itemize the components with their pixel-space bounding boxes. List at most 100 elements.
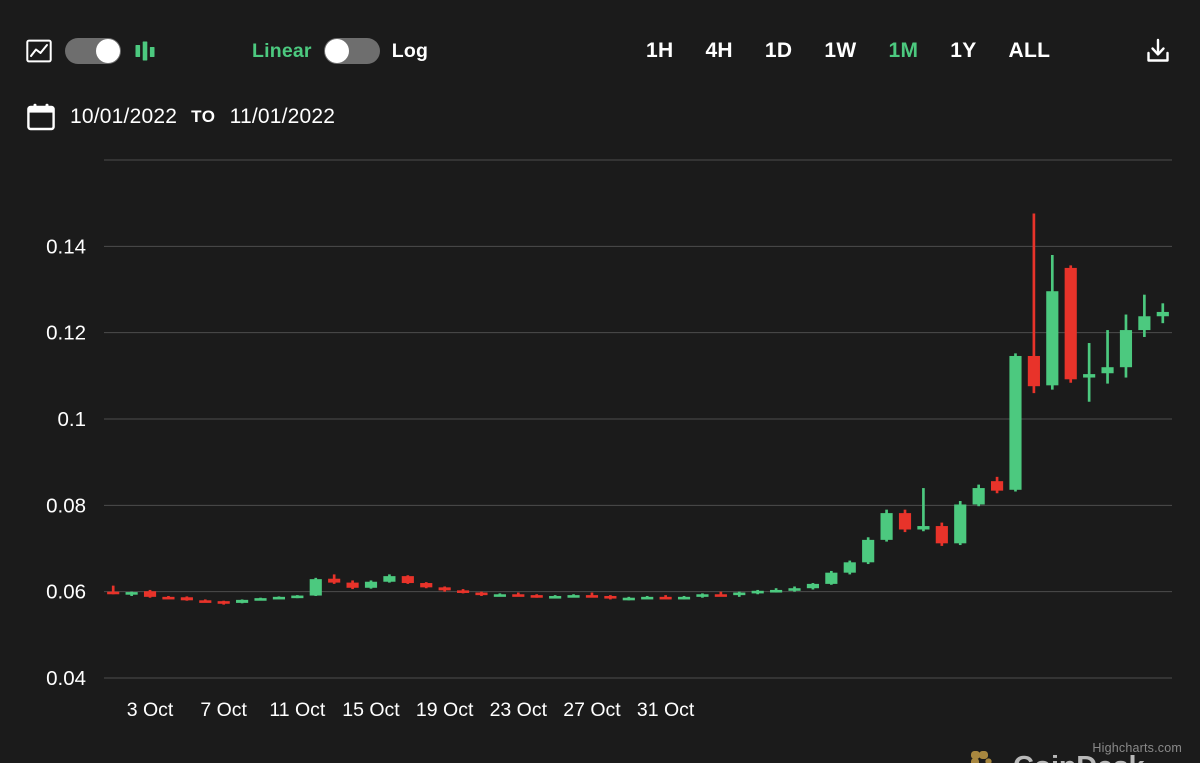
- coindesk-logo-icon: [968, 748, 1002, 763]
- candlestick[interactable]: [512, 593, 524, 597]
- candlestick[interactable]: [291, 595, 303, 598]
- y-axis-tick-label: 0.06: [46, 581, 86, 604]
- toggle-knob: [325, 39, 349, 63]
- candlestick[interactable]: [402, 575, 414, 584]
- candlestick[interactable]: [1120, 315, 1132, 378]
- candlestick[interactable]: [1101, 330, 1113, 384]
- timeframe-1y[interactable]: 1Y: [934, 38, 992, 64]
- x-axis-labels: 3 Oct7 Oct11 Oct15 Oct19 Oct23 Oct27 Oct…: [127, 699, 695, 721]
- candlestick[interactable]: [696, 593, 708, 597]
- chart-page: Linear Log 1H 4H 1D 1W 1M 1Y ALL: [0, 0, 1200, 763]
- candlestick[interactable]: [862, 537, 874, 564]
- candlestick[interactable]: [917, 488, 929, 531]
- timeframe-1m[interactable]: 1M: [872, 38, 934, 64]
- candlestick[interactable]: [420, 582, 432, 588]
- y-axis-tick-label: 0.12: [46, 322, 86, 345]
- linear-label[interactable]: Linear: [252, 40, 312, 63]
- toolbar: Linear Log 1H 4H 1D 1W 1M 1Y ALL: [0, 0, 1200, 88]
- date-start[interactable]: 10/01/2022: [70, 105, 177, 129]
- y-axis-tick-label: 0.04: [46, 667, 86, 690]
- chart-canvas[interactable]: 0.040.060.080.10.120.14 3 Oct7 Oct11 Oct…: [0, 150, 1200, 763]
- candlestick[interactable]: [899, 510, 911, 532]
- candlestick[interactable]: [1083, 343, 1095, 402]
- candlestick[interactable]: [733, 592, 745, 597]
- x-axis-tick-label: 3 Oct: [127, 699, 174, 721]
- candlestick[interactable]: [1009, 353, 1021, 491]
- candlestick[interactable]: [973, 485, 985, 507]
- candlestick[interactable]: [567, 594, 579, 597]
- candlestick[interactable]: [126, 592, 138, 596]
- candlestick[interactable]: [954, 501, 966, 545]
- line-chart-icon[interactable]: [26, 38, 52, 64]
- x-axis-tick-label: 23 Oct: [490, 699, 548, 721]
- x-axis-tick-label: 27 Oct: [563, 699, 621, 721]
- candlestick[interactable]: [310, 578, 322, 596]
- candle-series[interactable]: [107, 214, 1169, 605]
- date-end[interactable]: 11/01/2022: [230, 105, 336, 129]
- candlestick[interactable]: [1138, 295, 1150, 337]
- candlestick[interactable]: [788, 586, 800, 591]
- x-axis-tick-label: 11 Oct: [269, 699, 326, 721]
- candlestick[interactable]: [678, 596, 690, 599]
- candlestick[interactable]: [1157, 303, 1169, 323]
- candlestick[interactable]: [881, 510, 893, 542]
- candlestick[interactable]: [494, 593, 506, 596]
- candlestick[interactable]: [218, 601, 230, 605]
- candlestick-chart-icon[interactable]: [134, 39, 156, 63]
- download-icon[interactable]: [1143, 36, 1173, 66]
- candlestick[interactable]: [457, 589, 469, 593]
- candlestick[interactable]: [273, 596, 285, 599]
- candlestick[interactable]: [347, 580, 359, 589]
- candlestick[interactable]: [199, 599, 211, 602]
- chart-type-toggle[interactable]: [65, 38, 121, 64]
- candlestick[interactable]: [475, 592, 487, 596]
- candlestick[interactable]: [844, 561, 856, 575]
- y-axis-labels: 0.040.060.080.10.120.14: [46, 235, 86, 690]
- timeframe-4h[interactable]: 4H: [689, 38, 748, 64]
- y-axis-tick-label: 0.1: [58, 408, 87, 431]
- timeframe-1h[interactable]: 1H: [630, 38, 689, 64]
- date-range-picker[interactable]: 10/01/2022 TO 11/01/2022: [26, 102, 335, 132]
- candlestick[interactable]: [807, 583, 819, 589]
- candlestick[interactable]: [825, 571, 837, 585]
- candlestick[interactable]: [181, 596, 193, 600]
- candlestick[interactable]: [254, 598, 266, 601]
- candlestick[interactable]: [770, 588, 782, 592]
- timeframe-1d[interactable]: 1D: [749, 38, 808, 64]
- candlestick[interactable]: [328, 574, 340, 583]
- timeframe-group: 1H 4H 1D 1W 1M 1Y ALL: [630, 38, 1066, 64]
- scale-toggle[interactable]: [324, 38, 380, 64]
- candlestick[interactable]: [531, 594, 543, 597]
- candlestick[interactable]: [162, 596, 174, 599]
- candlestick[interactable]: [936, 523, 948, 546]
- candlestick[interactable]: [623, 597, 635, 600]
- candlestick[interactable]: [715, 592, 727, 597]
- candlestick[interactable]: [604, 595, 616, 599]
- timeframe-all[interactable]: ALL: [993, 38, 1067, 64]
- candlestick[interactable]: [991, 477, 1003, 493]
- chart-type-toggle-group: [26, 38, 156, 64]
- candlestick[interactable]: [549, 595, 561, 598]
- x-axis-tick-label: 15 Oct: [342, 699, 400, 721]
- date-separator: TO: [191, 107, 216, 127]
- candlestick[interactable]: [641, 596, 653, 599]
- highcharts-credit[interactable]: Highcharts.com: [1092, 741, 1182, 755]
- candlestick[interactable]: [144, 590, 156, 598]
- candlestick[interactable]: [1065, 265, 1077, 382]
- candlestick[interactable]: [107, 586, 119, 595]
- calendar-icon[interactable]: [26, 102, 56, 132]
- candlestick[interactable]: [752, 590, 764, 594]
- y-axis-tick-label: 0.14: [46, 235, 86, 258]
- candlestick[interactable]: [660, 595, 672, 599]
- candlestick[interactable]: [1028, 214, 1040, 394]
- candlestick[interactable]: [365, 580, 377, 588]
- log-label[interactable]: Log: [392, 40, 428, 63]
- candlestick[interactable]: [383, 574, 395, 582]
- candlestick-chart[interactable]: 0.040.060.080.10.120.14 3 Oct7 Oct11 Oct…: [0, 150, 1200, 763]
- candlestick[interactable]: [586, 593, 598, 598]
- timeframe-1w[interactable]: 1W: [808, 38, 872, 64]
- candlestick[interactable]: [1046, 255, 1058, 390]
- toggle-knob: [96, 39, 120, 63]
- candlestick[interactable]: [236, 599, 248, 603]
- candlestick[interactable]: [439, 586, 451, 591]
